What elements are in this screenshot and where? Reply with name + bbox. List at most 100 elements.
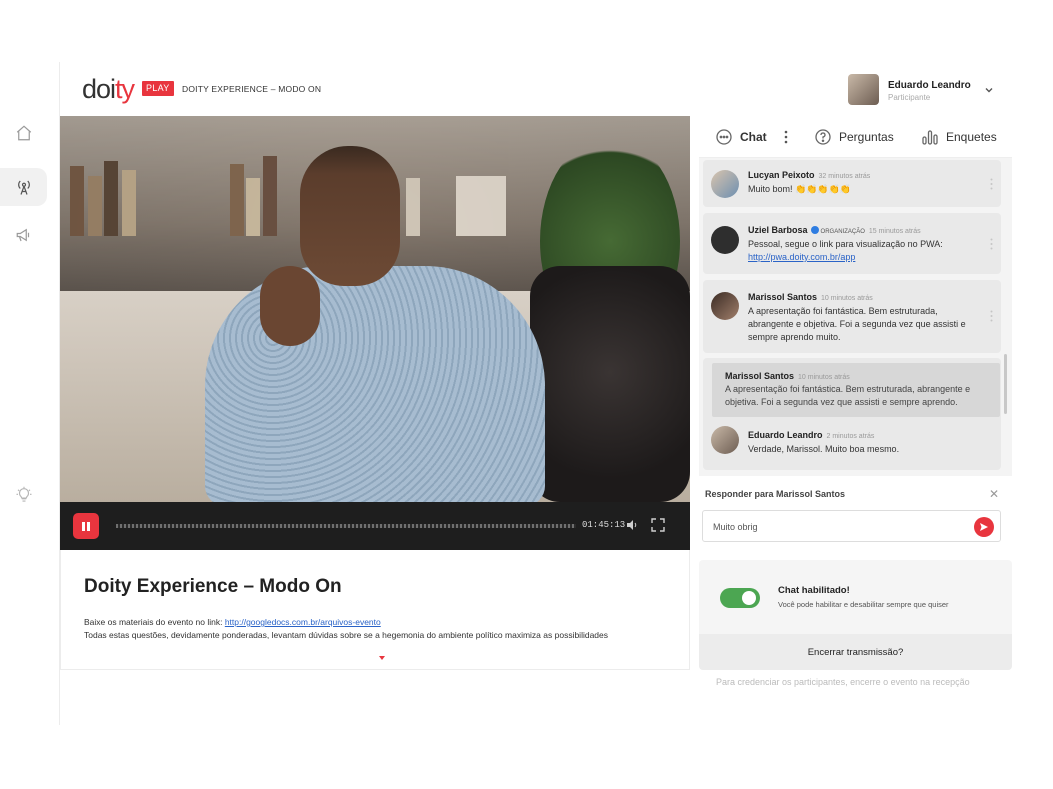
send-button[interactable] <box>974 517 994 537</box>
message-menu-icon[interactable] <box>990 310 993 322</box>
home-icon <box>16 125 31 141</box>
video-presenter <box>185 146 565 502</box>
chat-scrollbar[interactable] <box>1004 354 1007 414</box>
chat-icon <box>716 129 732 145</box>
app-root: doity PLAY DOITY EXPERIENCE – MODO ON Ed… <box>0 0 1053 789</box>
chevron-down-icon[interactable] <box>983 84 995 96</box>
top-header: doity PLAY DOITY EXPERIENCE – MODO ON Ed… <box>60 62 1020 116</box>
sidebar <box>0 62 60 725</box>
chat-message-reply: Marissol Santos 10 minutos atrás A aprese… <box>703 358 1001 470</box>
lightbulb-icon <box>16 486 31 502</box>
message-author: Uziel Barbosa ORGANIZAÇÃO 15 minutos atrás <box>748 225 921 235</box>
toggle-knob <box>742 591 756 605</box>
user-avatar <box>848 74 879 105</box>
message-avatar <box>711 426 739 454</box>
player-time: 01:45:13 <box>582 520 626 530</box>
quoted-text: A apresentação foi fantástica. Bem estru… <box>725 384 971 407</box>
user-menu[interactable]: Eduardo Leandro Participante <box>848 74 1018 106</box>
toggle-title: Chat habilitado! <box>778 585 850 596</box>
user-role: Participante <box>888 93 931 102</box>
play-badge: PLAY <box>142 81 174 96</box>
message-text: Pessoal, segue o link para visualização … <box>748 238 983 264</box>
sidebar-item-tips[interactable] <box>0 476 47 514</box>
end-transmission-button[interactable]: Encerrar transmissão? <box>699 634 1012 670</box>
tab-perguntas[interactable]: Perguntas <box>814 126 894 148</box>
message-author: Eduardo Leandro 2 minutos atrás <box>748 430 874 440</box>
player-controls: 01:45:13 <box>60 502 690 550</box>
sidebar-item-home[interactable] <box>0 114 47 152</box>
kebab-menu-icon[interactable] <box>784 130 788 144</box>
chat-enabled-toggle[interactable] <box>720 588 760 608</box>
quoted-message: Marissol Santos 10 minutos atrás A aprese… <box>712 363 1000 417</box>
message-time: 32 minutos atrás <box>818 173 871 180</box>
message-avatar <box>711 292 739 320</box>
event-description: Doity Experience – Modo On Baixe os mate… <box>60 550 690 670</box>
tab-perguntas-label: Perguntas <box>839 130 894 144</box>
expand-caret-icon[interactable] <box>379 656 385 660</box>
chat-panel: Chat Perguntas Enquetes Lucyan Peixoto 32… <box>699 116 1012 548</box>
materials-label: Baixe os materiais do evento no link: <box>84 617 225 627</box>
message-text: Muito bom! 👏👏👏👏👏 <box>748 184 852 194</box>
chat-settings-card: Chat habilitado! Você pode habilitar e d… <box>699 560 1012 670</box>
event-name: DOITY EXPERIENCE – MODO ON <box>182 84 322 94</box>
volume-icon[interactable] <box>625 518 639 532</box>
message-menu-icon[interactable] <box>990 238 993 250</box>
user-name: Eduardo Leandro <box>888 80 971 91</box>
tab-enquetes[interactable]: Enquetes <box>921 126 997 148</box>
quoted-time: 10 minutos atrás <box>798 374 850 381</box>
message-avatar <box>711 170 739 198</box>
quoted-author: Marissol Santos 10 minutos atrás <box>725 371 850 381</box>
message-time: 10 minutos atrás <box>821 295 873 302</box>
author-name: Uziel Barbosa <box>748 225 808 235</box>
doity-logo[interactable]: doity <box>82 74 135 104</box>
materials-link[interactable]: http://googledocs.com.br/arquivos-evento <box>225 617 381 627</box>
quoted-author-name: Marissol Santos <box>725 371 795 381</box>
reply-bar: Responder para Marissol Santos ✕ <box>699 476 1012 510</box>
message-time: 2 minutos atrás <box>826 433 875 440</box>
fullscreen-icon[interactable] <box>651 518 665 532</box>
video-player[interactable] <box>60 116 690 502</box>
chat-message: Uziel Barbosa ORGANIZAÇÃO 15 minutos atrás… <box>703 213 1001 274</box>
message-menu-icon[interactable] <box>990 178 993 190</box>
progress-bar[interactable] <box>116 524 576 528</box>
toggle-subtitle: Você pode habilitar e desabilitar sempre… <box>778 600 949 609</box>
verified-icon <box>810 226 819 234</box>
message-time: 15 minutos atrás <box>868 228 921 235</box>
chat-message: Lucyan Peixoto 32 minutos atrás Muito bom… <box>703 160 1001 207</box>
message-text: Verdade, Marissol. Muito boa mesmo. <box>748 444 900 454</box>
author-name: Marissol Santos <box>748 292 818 302</box>
pause-button[interactable] <box>73 513 99 539</box>
poll-icon <box>922 130 938 145</box>
send-icon <box>980 523 988 531</box>
message-author: Marissol Santos 10 minutos atrás <box>748 292 873 302</box>
message-body: Pessoal, segue o link para visualização … <box>748 239 943 249</box>
chat-messages[interactable]: Lucyan Peixoto 32 minutos atrás Muito bom… <box>699 158 1012 476</box>
tab-chat-label: Chat <box>740 130 767 144</box>
chat-input-box <box>702 510 1001 542</box>
reply-label: Responder para Marissol Santos <box>705 489 846 499</box>
author-name: Lucyan Peixoto <box>748 170 815 180</box>
sidebar-item-announcements[interactable] <box>0 216 47 254</box>
megaphone-icon <box>16 228 29 242</box>
description-text: Todas estas questões, devidamente ponder… <box>84 630 609 640</box>
question-icon <box>815 129 831 145</box>
organizer-badge: ORGANIZAÇÃO <box>820 229 865 235</box>
message-avatar-organizer <box>711 226 739 254</box>
message-text: A apresentação foi fantástica. Bem estru… <box>748 306 966 342</box>
message-author: Lucyan Peixoto 32 minutos atrás <box>748 170 870 180</box>
footnote: Para credenciar os participantes, encerr… <box>716 677 970 687</box>
author-name: Eduardo Leandro <box>748 430 823 440</box>
chat-input[interactable] <box>713 519 963 535</box>
sidebar-item-live[interactable] <box>0 168 47 206</box>
tab-chat[interactable]: Chat <box>715 126 767 148</box>
panel-tabs: Chat Perguntas Enquetes <box>699 116 1012 158</box>
description-materials: Baixe os materiais do evento no link: ht… <box>84 617 381 627</box>
close-reply-icon[interactable]: ✕ <box>989 487 999 501</box>
event-title: Doity Experience – Modo On <box>84 576 342 597</box>
message-link[interactable]: http://pwa.doity.com.br/app <box>748 252 855 262</box>
broadcast-icon <box>17 180 30 195</box>
chat-message: Marissol Santos 10 minutos atrás A aprese… <box>703 280 1001 353</box>
tab-enquetes-label: Enquetes <box>946 130 997 144</box>
logo-text-accent: ty <box>115 74 135 104</box>
logo-text: doi <box>82 74 116 104</box>
